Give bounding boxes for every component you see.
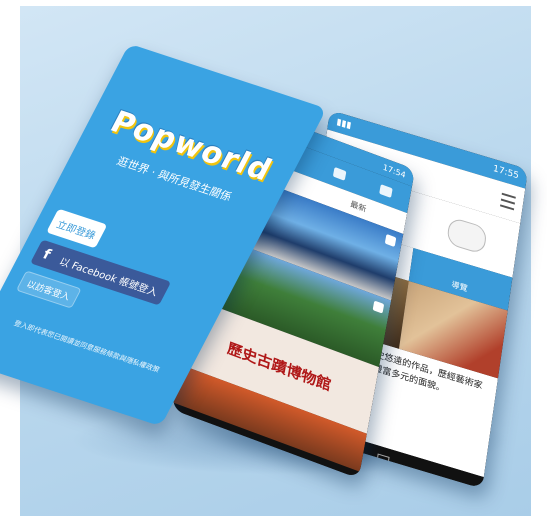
facebook-icon: f: [39, 246, 54, 263]
follow-button[interactable]: [446, 216, 488, 255]
folder-icon[interactable]: [332, 166, 347, 181]
terms-text[interactable]: 登入即代表您已閱讀並同意服務條款與隱私權政策: [0, 310, 188, 384]
sound-icon[interactable]: [384, 233, 397, 248]
menu-icon[interactable]: [500, 192, 516, 211]
login-button[interactable]: 立即登錄: [46, 208, 108, 249]
map-icon[interactable]: [379, 184, 393, 199]
museum-caption: 歷史古蹟博物館: [225, 338, 333, 394]
status-time: 17:55: [492, 163, 520, 182]
sound-icon[interactable]: [372, 300, 385, 314]
signal-icon: ▮▮▮: [335, 117, 352, 132]
